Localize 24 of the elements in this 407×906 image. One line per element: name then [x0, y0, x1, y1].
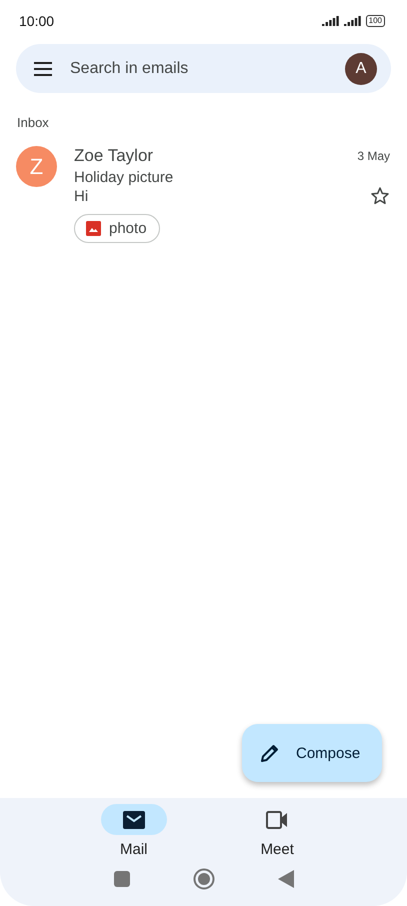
sender-name: Zoe Taylor	[74, 146, 154, 166]
search-bar[interactable]: Search in emails A	[16, 44, 391, 93]
battery-level: 100	[366, 15, 385, 27]
back-icon[interactable]	[278, 870, 294, 888]
image-icon	[86, 221, 101, 236]
pencil-icon	[260, 743, 280, 763]
sender-avatar: Z	[16, 146, 57, 187]
attachment-chip[interactable]: photo	[74, 214, 160, 243]
email-subject: Holiday picture	[74, 169, 174, 186]
home-icon[interactable]	[192, 868, 214, 890]
account-avatar[interactable]: A	[345, 52, 377, 84]
nav-tab[interactable]: Meet	[244, 804, 310, 858]
status-time: 10:00	[19, 13, 54, 29]
email-snippet: Hi	[74, 188, 88, 204]
menu-icon[interactable]	[34, 62, 52, 76]
section-label: Inbox	[16, 114, 50, 130]
mail-icon	[122, 810, 145, 828]
compose-button[interactable]: Compose	[242, 724, 382, 782]
signal-icon	[344, 16, 362, 26]
signal-icon	[322, 16, 340, 26]
recents-icon[interactable]	[114, 871, 130, 887]
video-camera-icon	[266, 810, 288, 828]
star-icon[interactable]	[370, 186, 390, 206]
email-date: 3 May	[357, 149, 390, 163]
